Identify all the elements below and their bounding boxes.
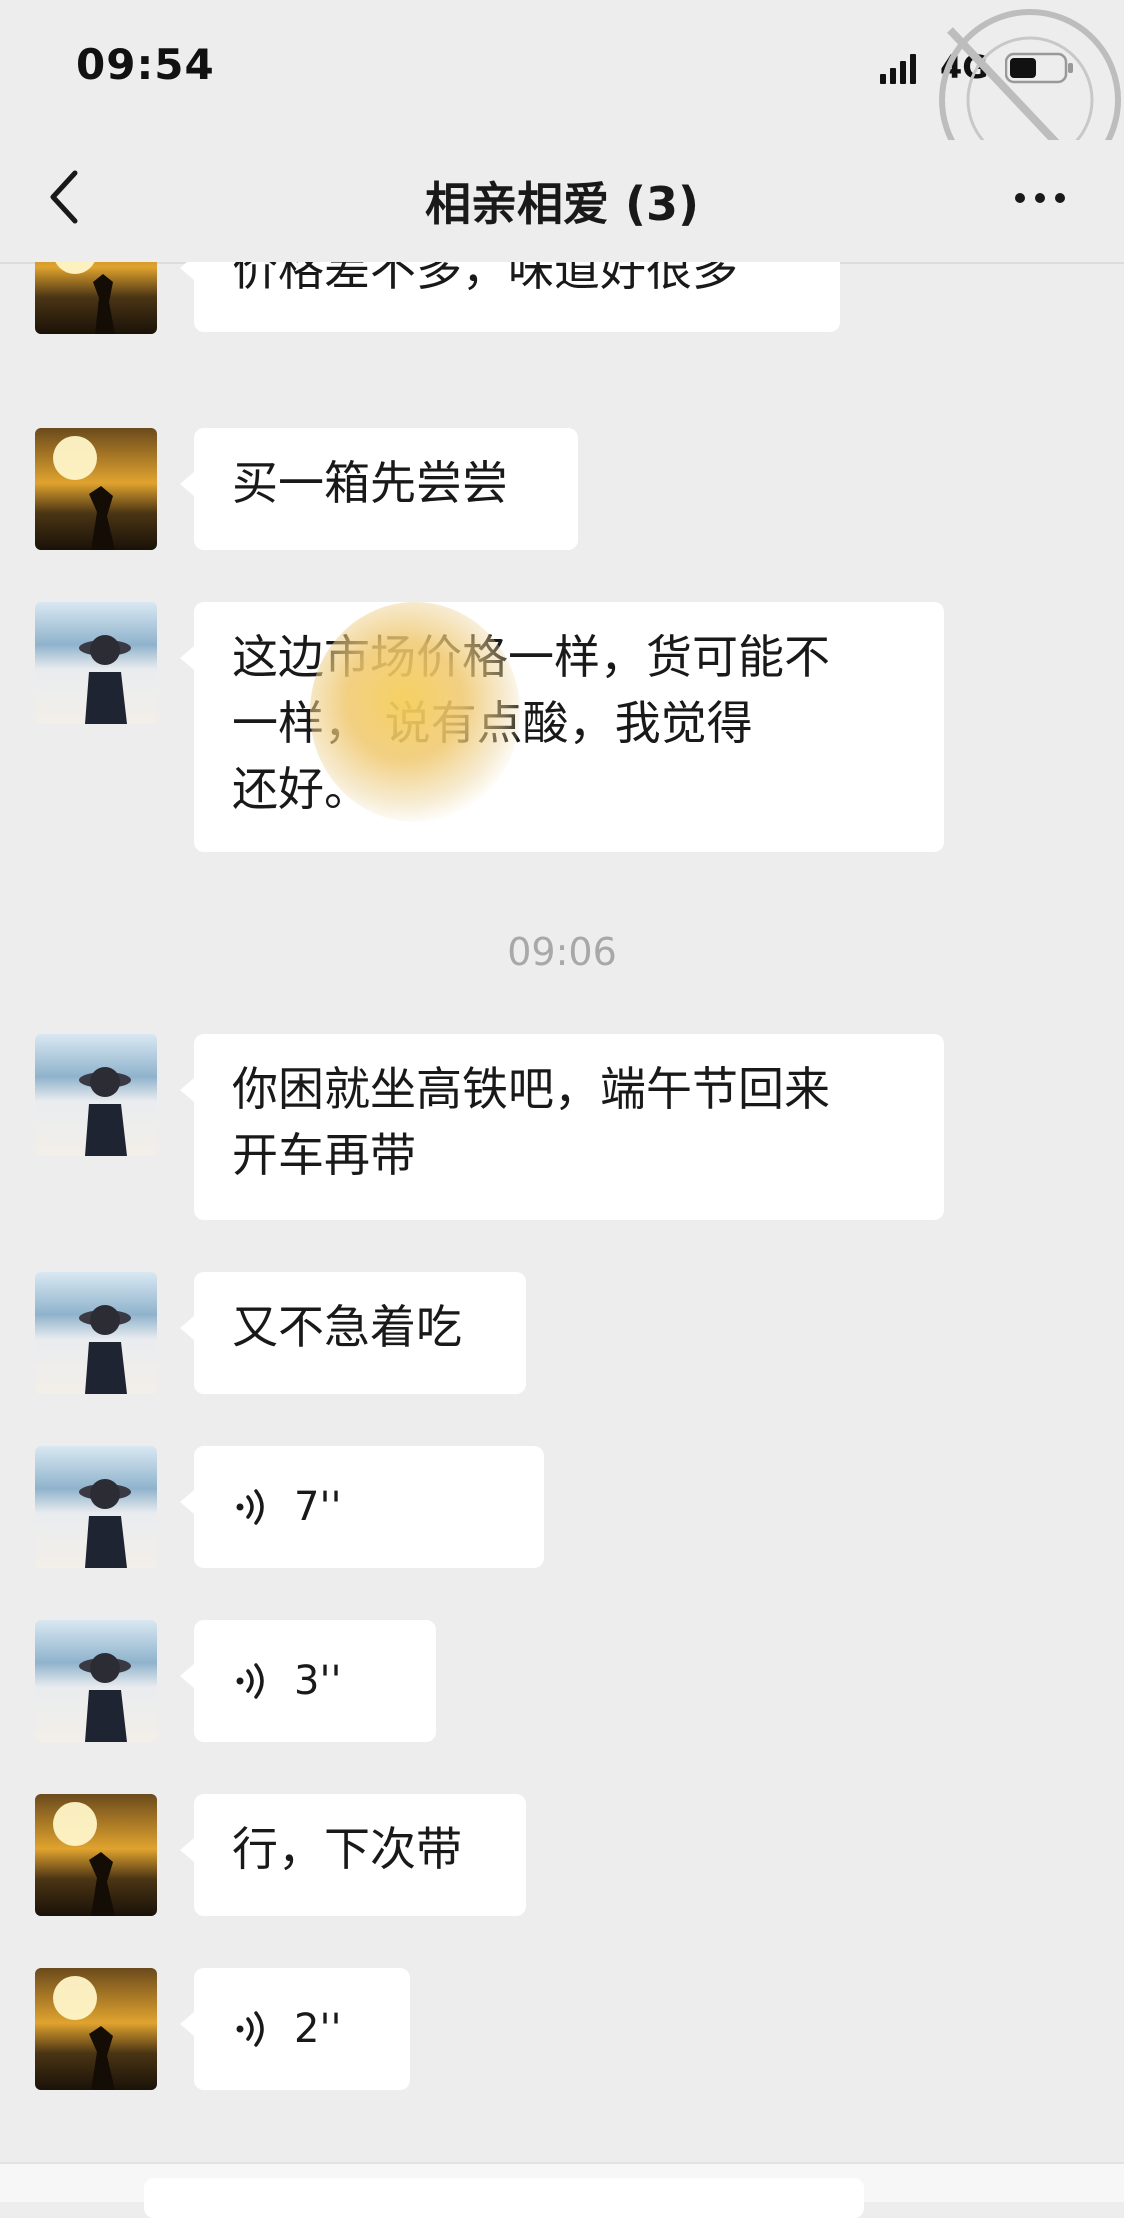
input-bar bbox=[0, 2162, 1124, 2218]
beach-avatar-image bbox=[35, 1272, 157, 1394]
avatar-beach[interactable] bbox=[35, 602, 157, 724]
sunset-avatar-image bbox=[35, 428, 157, 550]
battery-icon bbox=[1005, 52, 1073, 84]
voice-duration: 2'' bbox=[294, 2006, 342, 2052]
signal-icon bbox=[880, 54, 916, 84]
status-bar: 09:54 4G bbox=[0, 0, 1124, 140]
message-bubble[interactable]: 行，下次带 bbox=[180, 1794, 526, 1916]
message-line: 你困就坐高铁吧，端午节回来 bbox=[232, 1062, 830, 1116]
message-input[interactable] bbox=[144, 2178, 864, 2218]
avatar-sunset[interactable] bbox=[35, 262, 157, 334]
sunset-avatar-image bbox=[35, 262, 157, 334]
chat-area[interactable]: 价格差不多，味道好很多 买一箱先尝尝 这边市场价格一样，货可能不 一样， 说有点… bbox=[0, 262, 1124, 2162]
avatar-sunset[interactable] bbox=[35, 1968, 157, 2090]
message-line: 还好。 bbox=[232, 762, 370, 816]
sunset-avatar-image bbox=[35, 1968, 157, 2090]
voice-duration: 7'' bbox=[294, 1484, 342, 1530]
message-bubble[interactable]: 买一箱先尝尝 bbox=[180, 428, 578, 550]
more-dot bbox=[1055, 193, 1065, 203]
message-bubble[interactable]: 这边市场价格一样，货可能不 一样， 说有点酸，我觉得 还好。 bbox=[180, 602, 944, 852]
message-bubble[interactable]: 价格差不多，味道好很多 bbox=[180, 262, 840, 332]
timestamp-divider: 09:06 bbox=[507, 930, 617, 974]
message-line: 开车再带 bbox=[232, 1128, 416, 1182]
status-time: 09:54 bbox=[76, 40, 215, 89]
chat-title: 相亲相爱 (3) bbox=[424, 177, 700, 231]
beach-avatar-image bbox=[35, 1620, 157, 1742]
voice-wave-icon bbox=[236, 1489, 264, 1525]
message-line: 一样， 说有点酸，我觉得 bbox=[232, 696, 753, 750]
message-line: 这边市场价格一样，货可能不 bbox=[232, 630, 830, 684]
voice-message-bubble[interactable]: 2'' bbox=[180, 1968, 410, 2090]
more-button[interactable] bbox=[1005, 178, 1075, 218]
beach-avatar-image bbox=[35, 1446, 157, 1568]
beach-avatar-image bbox=[35, 602, 157, 724]
message-bubble[interactable]: 又不急着吃 bbox=[180, 1272, 526, 1394]
nav-bar: 相亲相爱 (3) bbox=[0, 140, 1124, 264]
more-dot bbox=[1035, 193, 1045, 203]
avatar-beach[interactable] bbox=[35, 1446, 157, 1568]
beach-avatar-image bbox=[35, 1034, 157, 1156]
voice-wave-icon bbox=[236, 2011, 264, 2047]
message-bubble[interactable]: 你困就坐高铁吧，端午节回来 开车再带 bbox=[180, 1034, 944, 1220]
avatar-beach[interactable] bbox=[35, 1034, 157, 1156]
voice-message-bubble[interactable]: 7'' bbox=[180, 1446, 544, 1568]
voice-message-bubble[interactable]: 3'' bbox=[180, 1620, 436, 1742]
avatar-beach[interactable] bbox=[35, 1272, 157, 1394]
avatar-sunset[interactable] bbox=[35, 428, 157, 550]
sunset-avatar-image bbox=[35, 1794, 157, 1916]
avatar-beach[interactable] bbox=[35, 1620, 157, 1742]
voice-wave-icon bbox=[236, 1663, 264, 1699]
more-dots-icon bbox=[1015, 193, 1025, 203]
network-label: 4G bbox=[940, 48, 989, 86]
avatar-sunset[interactable] bbox=[35, 1794, 157, 1916]
voice-duration: 3'' bbox=[294, 1658, 342, 1704]
